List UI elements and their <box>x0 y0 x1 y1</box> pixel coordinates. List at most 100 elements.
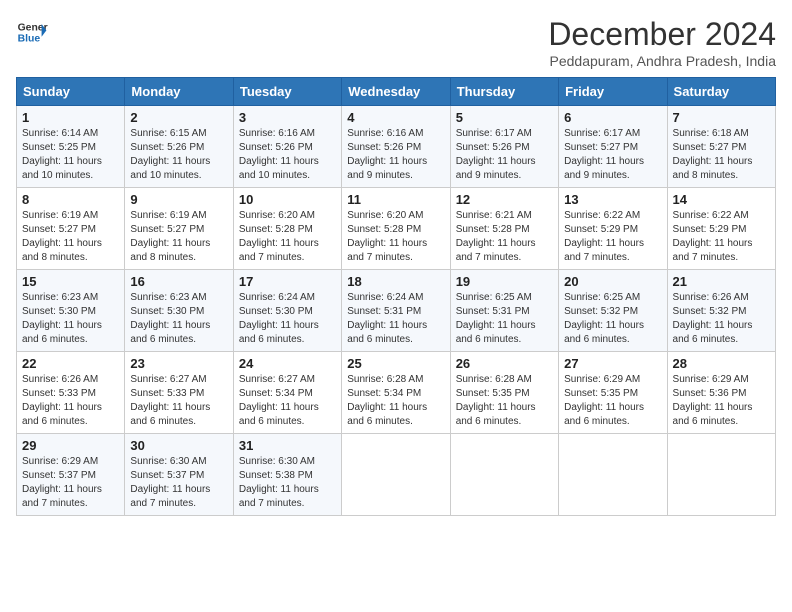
calendar-header-cell: Sunday <box>17 78 125 106</box>
day-info: Sunrise: 6:23 AM Sunset: 5:30 PM Dayligh… <box>130 291 227 347</box>
day-number: 18 <box>347 274 444 289</box>
calendar-cell: 16 Sunrise: 6:23 AM Sunset: 5:30 PM Dayli… <box>125 270 233 352</box>
calendar-header-cell: Thursday <box>450 78 558 106</box>
day-info: Sunrise: 6:18 AM Sunset: 5:27 PM Dayligh… <box>673 127 770 183</box>
day-number: 6 <box>564 110 661 125</box>
calendar-cell: 23 Sunrise: 6:27 AM Sunset: 5:33 PM Dayli… <box>125 352 233 434</box>
day-info: Sunrise: 6:29 AM Sunset: 5:37 PM Dayligh… <box>22 455 119 511</box>
day-info: Sunrise: 6:27 AM Sunset: 5:33 PM Dayligh… <box>130 373 227 429</box>
day-info: Sunrise: 6:30 AM Sunset: 5:38 PM Dayligh… <box>239 455 336 511</box>
calendar-cell: 27 Sunrise: 6:29 AM Sunset: 5:35 PM Dayli… <box>559 352 667 434</box>
calendar-cell: 1 Sunrise: 6:14 AM Sunset: 5:25 PM Daylig… <box>17 106 125 188</box>
day-number: 12 <box>456 192 553 207</box>
day-number: 16 <box>130 274 227 289</box>
day-number: 28 <box>673 356 770 371</box>
day-number: 30 <box>130 438 227 453</box>
day-number: 17 <box>239 274 336 289</box>
day-number: 5 <box>456 110 553 125</box>
logo: General Blue <box>16 16 48 48</box>
day-number: 11 <box>347 192 444 207</box>
calendar-cell: 29 Sunrise: 6:29 AM Sunset: 5:37 PM Dayli… <box>17 434 125 516</box>
day-info: Sunrise: 6:16 AM Sunset: 5:26 PM Dayligh… <box>239 127 336 183</box>
calendar-header-cell: Friday <box>559 78 667 106</box>
calendar-cell: 22 Sunrise: 6:26 AM Sunset: 5:33 PM Dayli… <box>17 352 125 434</box>
day-info: Sunrise: 6:25 AM Sunset: 5:32 PM Dayligh… <box>564 291 661 347</box>
day-number: 26 <box>456 356 553 371</box>
day-info: Sunrise: 6:20 AM Sunset: 5:28 PM Dayligh… <box>239 209 336 265</box>
day-info: Sunrise: 6:22 AM Sunset: 5:29 PM Dayligh… <box>564 209 661 265</box>
calendar-header-cell: Tuesday <box>233 78 341 106</box>
day-number: 2 <box>130 110 227 125</box>
day-number: 9 <box>130 192 227 207</box>
day-info: Sunrise: 6:19 AM Sunset: 5:27 PM Dayligh… <box>130 209 227 265</box>
header: General Blue December 2024 Peddapuram, A… <box>16 16 776 69</box>
day-info: Sunrise: 6:28 AM Sunset: 5:34 PM Dayligh… <box>347 373 444 429</box>
svg-text:Blue: Blue <box>18 34 41 45</box>
calendar-cell <box>450 434 558 516</box>
calendar-header-cell: Saturday <box>667 78 775 106</box>
calendar-cell: 13Sunrise: 6:22 AM Sunset: 5:29 PM Dayli… <box>559 188 667 270</box>
day-info: Sunrise: 6:23 AM Sunset: 5:30 PM Dayligh… <box>22 291 119 347</box>
calendar-body: 1 Sunrise: 6:14 AM Sunset: 5:25 PM Daylig… <box>17 106 776 516</box>
day-info: Sunrise: 6:30 AM Sunset: 5:37 PM Dayligh… <box>130 455 227 511</box>
calendar-week-row: 15 Sunrise: 6:23 AM Sunset: 5:30 PM Dayli… <box>17 270 776 352</box>
calendar-cell: 7Sunrise: 6:18 AM Sunset: 5:27 PM Daylig… <box>667 106 775 188</box>
calendar-week-row: 8 Sunrise: 6:19 AM Sunset: 5:27 PM Daylig… <box>17 188 776 270</box>
day-number: 22 <box>22 356 119 371</box>
day-number: 23 <box>130 356 227 371</box>
day-number: 25 <box>347 356 444 371</box>
day-number: 15 <box>22 274 119 289</box>
month-title: December 2024 <box>548 16 776 53</box>
calendar-cell: 10 Sunrise: 6:20 AM Sunset: 5:28 PM Dayli… <box>233 188 341 270</box>
calendar-cell: 30 Sunrise: 6:30 AM Sunset: 5:37 PM Dayli… <box>125 434 233 516</box>
day-info: Sunrise: 6:17 AM Sunset: 5:26 PM Dayligh… <box>456 127 553 183</box>
calendar-cell: 20Sunrise: 6:25 AM Sunset: 5:32 PM Dayli… <box>559 270 667 352</box>
calendar-cell: 14Sunrise: 6:22 AM Sunset: 5:29 PM Dayli… <box>667 188 775 270</box>
day-number: 8 <box>22 192 119 207</box>
day-number: 14 <box>673 192 770 207</box>
calendar-week-row: 1 Sunrise: 6:14 AM Sunset: 5:25 PM Daylig… <box>17 106 776 188</box>
day-info: Sunrise: 6:29 AM Sunset: 5:35 PM Dayligh… <box>564 373 661 429</box>
day-number: 4 <box>347 110 444 125</box>
day-info: Sunrise: 6:28 AM Sunset: 5:35 PM Dayligh… <box>456 373 553 429</box>
day-number: 27 <box>564 356 661 371</box>
calendar-header-cell: Monday <box>125 78 233 106</box>
calendar-week-row: 29 Sunrise: 6:29 AM Sunset: 5:37 PM Dayli… <box>17 434 776 516</box>
calendar-cell: 12 Sunrise: 6:21 AM Sunset: 5:28 PM Dayli… <box>450 188 558 270</box>
day-info: Sunrise: 6:27 AM Sunset: 5:34 PM Dayligh… <box>239 373 336 429</box>
day-info: Sunrise: 6:15 AM Sunset: 5:26 PM Dayligh… <box>130 127 227 183</box>
calendar-cell: 15 Sunrise: 6:23 AM Sunset: 5:30 PM Dayli… <box>17 270 125 352</box>
calendar-header-cell: Wednesday <box>342 78 450 106</box>
day-number: 19 <box>456 274 553 289</box>
calendar-cell: 24 Sunrise: 6:27 AM Sunset: 5:34 PM Dayli… <box>233 352 341 434</box>
day-number: 31 <box>239 438 336 453</box>
day-number: 3 <box>239 110 336 125</box>
day-number: 10 <box>239 192 336 207</box>
calendar-week-row: 22 Sunrise: 6:26 AM Sunset: 5:33 PM Dayli… <box>17 352 776 434</box>
calendar-cell: 8Sunrise: 6:19 AM Sunset: 5:27 PM Daylig… <box>17 188 125 270</box>
calendar-cell: 9 Sunrise: 6:19 AM Sunset: 5:27 PM Daylig… <box>125 188 233 270</box>
calendar-cell: 25 Sunrise: 6:28 AM Sunset: 5:34 PM Dayli… <box>342 352 450 434</box>
day-info: Sunrise: 6:14 AM Sunset: 5:25 PM Dayligh… <box>22 127 119 183</box>
day-info: Sunrise: 6:26 AM Sunset: 5:33 PM Dayligh… <box>22 373 119 429</box>
day-number: 21 <box>673 274 770 289</box>
day-info: Sunrise: 6:24 AM Sunset: 5:30 PM Dayligh… <box>239 291 336 347</box>
day-info: Sunrise: 6:21 AM Sunset: 5:28 PM Dayligh… <box>456 209 553 265</box>
day-info: Sunrise: 6:16 AM Sunset: 5:26 PM Dayligh… <box>347 127 444 183</box>
day-info: Sunrise: 6:29 AM Sunset: 5:36 PM Dayligh… <box>673 373 770 429</box>
day-info: Sunrise: 6:26 AM Sunset: 5:32 PM Dayligh… <box>673 291 770 347</box>
calendar-table: SundayMondayTuesdayWednesdayThursdayFrid… <box>16 77 776 516</box>
day-number: 24 <box>239 356 336 371</box>
calendar-cell: 6Sunrise: 6:17 AM Sunset: 5:27 PM Daylig… <box>559 106 667 188</box>
calendar-cell <box>559 434 667 516</box>
calendar-header-row: SundayMondayTuesdayWednesdayThursdayFrid… <box>17 78 776 106</box>
calendar-cell: 3 Sunrise: 6:16 AM Sunset: 5:26 PM Daylig… <box>233 106 341 188</box>
day-info: Sunrise: 6:20 AM Sunset: 5:28 PM Dayligh… <box>347 209 444 265</box>
day-info: Sunrise: 6:24 AM Sunset: 5:31 PM Dayligh… <box>347 291 444 347</box>
day-number: 1 <box>22 110 119 125</box>
subtitle: Peddapuram, Andhra Pradesh, India <box>548 53 776 69</box>
calendar-cell: 31 Sunrise: 6:30 AM Sunset: 5:38 PM Dayli… <box>233 434 341 516</box>
calendar-cell: 26 Sunrise: 6:28 AM Sunset: 5:35 PM Dayli… <box>450 352 558 434</box>
day-number: 29 <box>22 438 119 453</box>
calendar-cell: 11 Sunrise: 6:20 AM Sunset: 5:28 PM Dayli… <box>342 188 450 270</box>
